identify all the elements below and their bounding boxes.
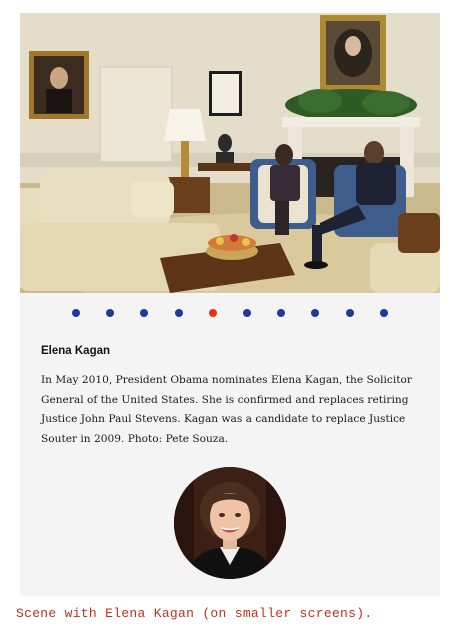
pagination-dot-5[interactable] [208, 309, 217, 317]
figure-caption: Scene with Elena Kagan (on smaller scree… [16, 606, 373, 621]
pagination-dot-6[interactable] [243, 309, 251, 317]
slide-pagination [20, 309, 440, 321]
pagination-dot-3[interactable] [140, 309, 149, 317]
oval-office-photo [20, 13, 440, 293]
slideshow-card: Elena Kagan In May 2010, President Obama… [20, 13, 440, 596]
pagination-dot-10[interactable] [379, 309, 388, 317]
slide-description: In May 2010, President Obama nominates E… [41, 374, 412, 445]
elena-kagan-portrait [174, 467, 286, 579]
pagination-dot-1[interactable] [72, 309, 80, 317]
pagination-dot-8[interactable] [311, 309, 320, 317]
pagination-dot-9[interactable] [345, 309, 354, 317]
pagination-dot-4[interactable] [174, 309, 183, 317]
pagination-dot-2[interactable] [106, 309, 115, 317]
pagination-dot-7[interactable] [277, 309, 286, 317]
slide-title: Elena Kagan [41, 345, 111, 357]
